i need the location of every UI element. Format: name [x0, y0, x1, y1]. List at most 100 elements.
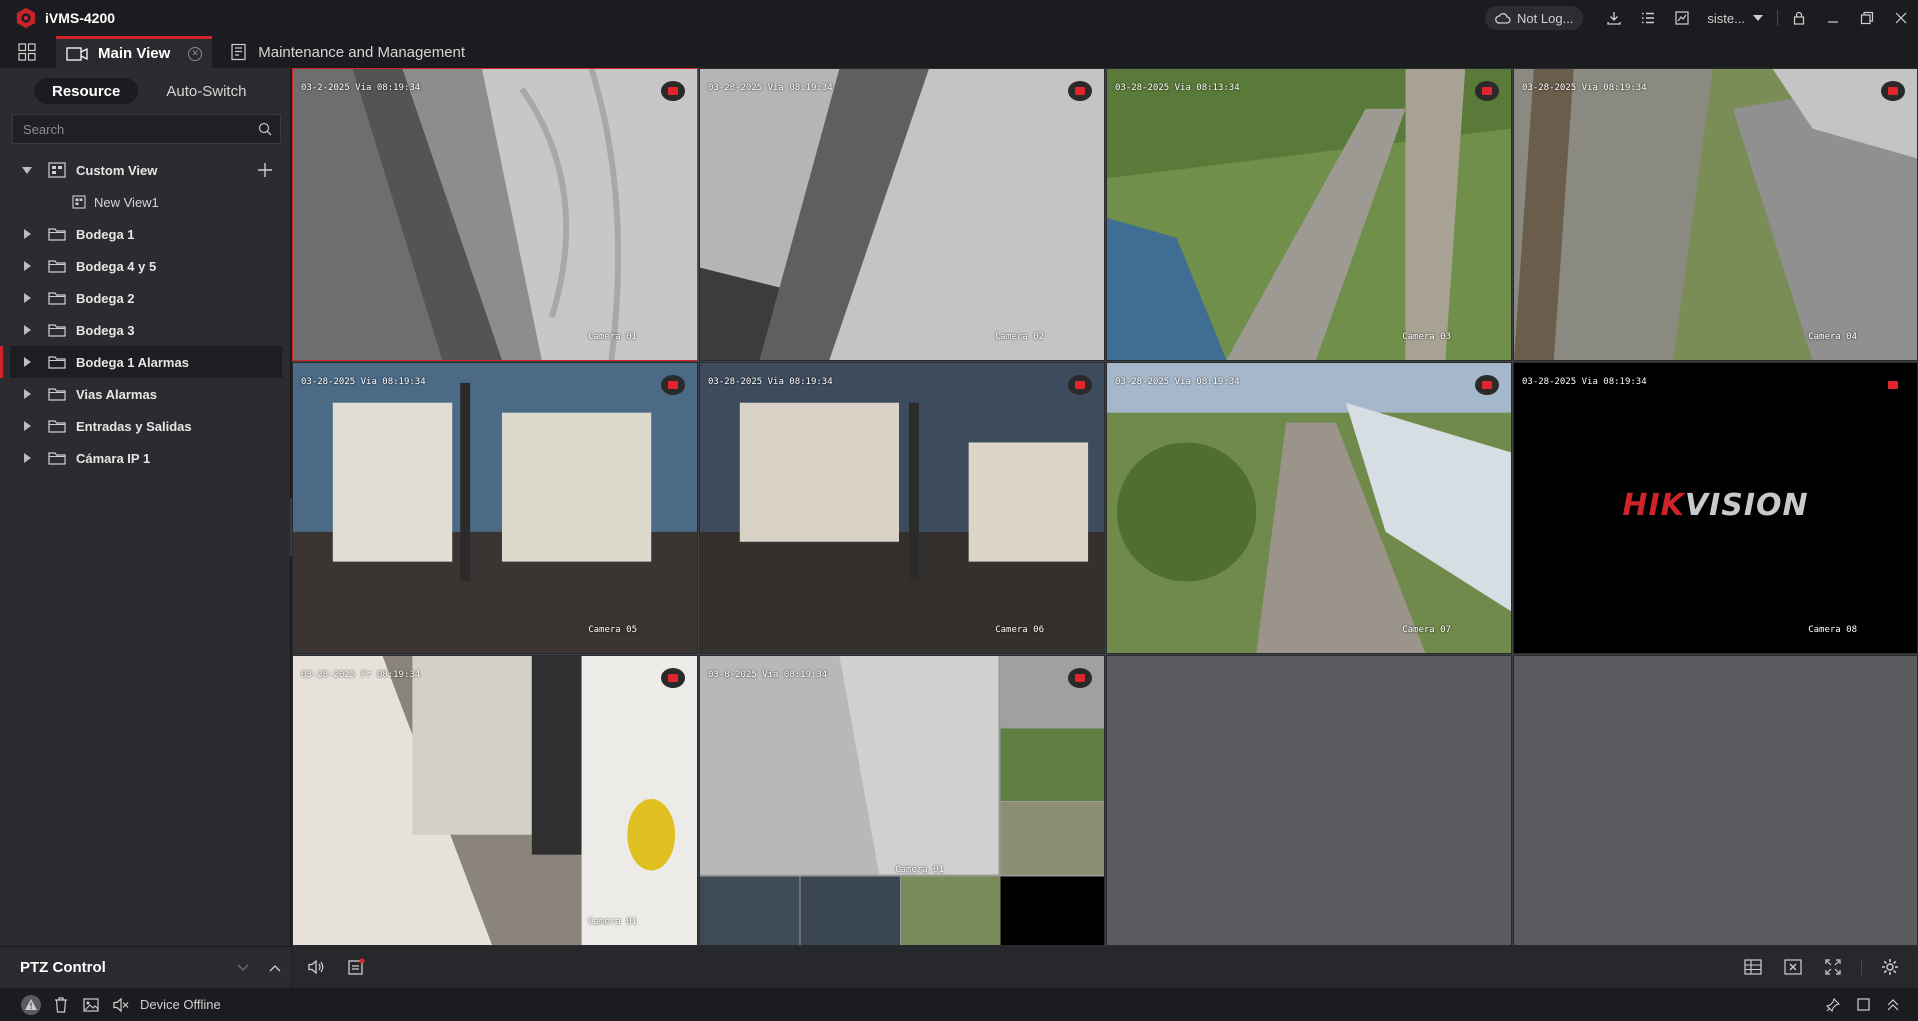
expand-caret-icon[interactable] [16, 229, 38, 239]
cloud-login-button[interactable]: Not Log... [1485, 6, 1584, 30]
minimize-button[interactable] [1816, 0, 1850, 36]
tab-close-icon[interactable]: ✕ [188, 46, 203, 61]
empty-tile-12[interactable] [1513, 655, 1918, 946]
fullscreen-icon [1825, 959, 1841, 975]
tree-item-vias-alarmas[interactable]: Vias Alarmas [10, 378, 282, 410]
camera-timestamp: 03-28-2025 Via 08:13:34 [1115, 83, 1240, 93]
expand-caret-icon[interactable] [16, 325, 38, 335]
video-tile-6[interactable]: 03-28-2025 Via 08:19:34 Camera 06 [699, 362, 1105, 654]
video-tile-8[interactable]: 03-28-2025 Via 08:19:34 HIKVISION Camera… [1513, 362, 1918, 654]
window-layout-button[interactable] [1733, 946, 1773, 988]
user-menu[interactable]: siste... [1707, 11, 1763, 26]
user-name: siste... [1707, 10, 1745, 26]
ptz-collapse-button[interactable] [227, 964, 259, 972]
tab-maintenance[interactable]: Maintenance and Management [220, 36, 475, 68]
video-tile-9[interactable]: 03-28-2025 Fr 08:19:34 Camera 01 [292, 655, 698, 946]
pin-button[interactable] [1818, 988, 1848, 1021]
view-group-icon [48, 162, 66, 178]
tree-item-new-view1[interactable]: New View1 [10, 186, 282, 218]
recording-icon [661, 375, 685, 395]
video-tile-2[interactable]: 03-28-2025 Via 08:19:34 Camera 02 [699, 68, 1105, 361]
clear-button[interactable] [46, 988, 76, 1021]
recording-icon [1068, 375, 1092, 395]
resource-sidebar: Resource Auto-Switch Custom View New Vie… [0, 68, 298, 947]
lock-button[interactable] [1782, 0, 1816, 36]
video-frame [293, 656, 697, 945]
mute-icon [113, 997, 129, 1012]
tree-item-label: New View1 [94, 194, 159, 210]
fullscreen-button[interactable] [1813, 946, 1853, 988]
expand-caret-icon[interactable] [16, 389, 38, 399]
segment-resource[interactable]: Resource [34, 78, 139, 104]
close-button[interactable] [1884, 0, 1918, 36]
tree-item-entradas-y-salidas[interactable]: Entradas y Salidas [10, 410, 282, 442]
add-view-icon[interactable] [256, 161, 274, 179]
search-input[interactable] [23, 121, 250, 137]
camera-timestamp: 03-28-2025 Via 08:19:34 [708, 377, 833, 387]
capture-button[interactable] [76, 988, 106, 1021]
tab-main-view[interactable]: Main View ✕ [56, 36, 213, 68]
mute-button[interactable] [106, 988, 136, 1021]
stop-all-button[interactable] [1773, 946, 1813, 988]
video-tile-1[interactable]: 03-2-2025 Via 08:19:34 Camera 01 [292, 68, 698, 361]
tree-item-custom-view[interactable]: Custom View [10, 154, 282, 186]
view-icon [72, 195, 86, 209]
search-button[interactable] [250, 115, 280, 143]
cloud-icon [1495, 13, 1511, 24]
video-tile-10[interactable]: 03-8-2025 Via 08:19:34 Camera 01 [699, 655, 1105, 946]
settings-button[interactable] [1870, 946, 1910, 988]
ptz-expand-button[interactable] [259, 964, 291, 972]
expand-caret-icon[interactable] [16, 357, 38, 367]
grid-apps-icon [18, 43, 36, 61]
tree-item-bodega-1-alarmas[interactable]: Bodega 1 Alarmas [0, 346, 282, 378]
task-list-button[interactable] [1631, 0, 1665, 36]
trash-icon [55, 996, 67, 1013]
folder-icon [48, 356, 66, 369]
segment-auto-switch[interactable]: Auto-Switch [148, 78, 264, 104]
gear-icon [1882, 959, 1898, 975]
expand-caret-icon[interactable] [16, 261, 38, 271]
recording-icon [1068, 81, 1092, 101]
tree-item-camara-ip-1[interactable]: Cámara IP 1 [10, 442, 282, 474]
video-frame [293, 69, 697, 360]
video-tile-3[interactable]: 03-28-2025 Via 08:13:34 Camera 03 [1106, 68, 1512, 361]
expand-caret-icon[interactable] [16, 166, 38, 174]
tree-item-label: Bodega 1 Alarmas [76, 354, 189, 370]
tree-item-bodega-2[interactable]: Bodega 2 [10, 282, 282, 314]
tree-item-label: Bodega 4 y 5 [76, 258, 157, 274]
video-tile-4[interactable]: 03-28-2025 Via 08:19:34 Camera 04 [1513, 68, 1918, 361]
record-all-button[interactable] [336, 946, 376, 988]
expand-panel-button[interactable] [1878, 988, 1908, 1021]
audio-button[interactable] [296, 946, 336, 988]
expand-caret-icon[interactable] [16, 453, 38, 463]
tree-item-bodega-1[interactable]: Bodega 1 [10, 218, 282, 250]
image-icon [83, 997, 99, 1012]
camera-name: Camera 01 [895, 865, 944, 875]
video-frame [293, 363, 697, 653]
video-tile-7[interactable]: 03-28-2025 Via 08:19:34 Camera 07 [1106, 362, 1512, 654]
statistics-button[interactable] [1665, 0, 1699, 36]
lock-icon [1793, 11, 1805, 25]
ptz-control-panel[interactable]: PTZ Control [0, 946, 291, 988]
camera-name: Camera 07 [1402, 625, 1451, 635]
tree-item-bodega-3[interactable]: Bodega 3 [10, 314, 282, 346]
expand-caret-icon[interactable] [16, 293, 38, 303]
alarm-button[interactable] [16, 988, 46, 1021]
download-button[interactable] [1597, 0, 1631, 36]
tree-item-label: Bodega 2 [76, 290, 135, 306]
module-menu-button[interactable] [14, 39, 40, 65]
camera-view-icon [66, 46, 88, 61]
camera-name: Camera 01 [588, 917, 637, 927]
tab-label: Maintenance and Management [258, 43, 466, 61]
tree-item-bodega-4-y-5[interactable]: Bodega 4 y 5 [10, 250, 282, 282]
camera-name: Camera 01 [588, 332, 637, 342]
restore-button[interactable] [1850, 0, 1884, 36]
camera-timestamp: 03-28-2025 Via 08:19:34 [1522, 83, 1647, 93]
video-tile-5[interactable]: 03-28-2025 Via 08:19:34 Camera 05 [292, 362, 698, 654]
expand-caret-icon[interactable] [16, 421, 38, 431]
folder-icon [48, 260, 66, 273]
window-button[interactable] [1848, 988, 1878, 1021]
empty-tile-11[interactable] [1106, 655, 1512, 946]
tree-item-label: Entradas y Salidas [76, 418, 192, 434]
folder-icon [48, 420, 66, 433]
